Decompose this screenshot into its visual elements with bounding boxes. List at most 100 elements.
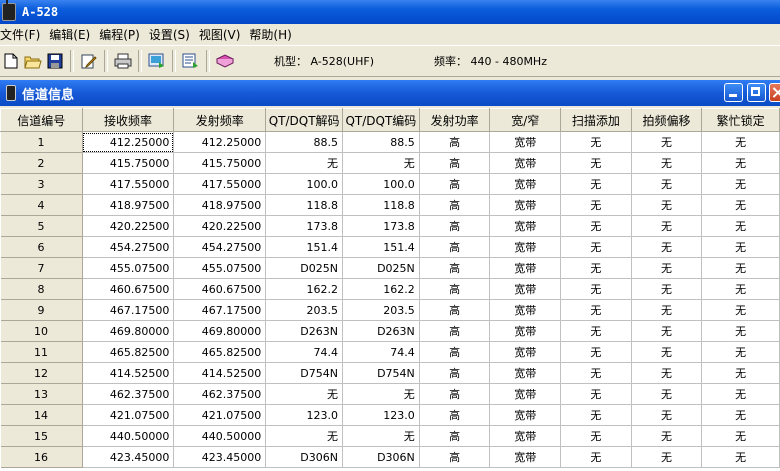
- cell-rx-freq[interactable]: 460.67500: [82, 278, 175, 300]
- cell-tx-power[interactable]: 高: [419, 341, 491, 363]
- cell-tx-freq[interactable]: 467.17500: [173, 299, 267, 321]
- cell-beat-shift[interactable]: 无: [631, 152, 703, 174]
- header-tx-freq[interactable]: 发射频率: [173, 108, 267, 132]
- cell-tx-power[interactable]: 高: [419, 404, 491, 426]
- cell-beat-shift[interactable]: 无: [631, 299, 703, 321]
- cell-bandwidth[interactable]: 宽带: [489, 257, 562, 279]
- cell-busy-lock[interactable]: 无: [701, 404, 780, 426]
- cell-qt-decode[interactable]: 88.5: [265, 131, 343, 153]
- cell-busy-lock[interactable]: 无: [701, 236, 780, 258]
- cell-bandwidth[interactable]: 宽带: [489, 446, 562, 468]
- cell-qt-decode[interactable]: 173.8: [265, 215, 343, 237]
- cell-bandwidth[interactable]: 宽带: [489, 383, 562, 405]
- cell-qt-decode[interactable]: 无: [265, 425, 343, 447]
- cell-qt-decode[interactable]: 123.0: [265, 404, 343, 426]
- table-row[interactable]: 8 460.67500 460.67500 162.2 162.2 高宽带无无无: [0, 278, 780, 300]
- cell-tx-freq[interactable]: 455.07500: [173, 257, 267, 279]
- cell-tx-freq[interactable]: 423.45000: [173, 446, 267, 468]
- cell-rx-freq[interactable]: 455.07500: [82, 257, 175, 279]
- cell-bandwidth[interactable]: 宽带: [489, 341, 562, 363]
- cell-tx-freq[interactable]: 462.37500: [173, 383, 267, 405]
- cell-qt-decode[interactable]: 74.4: [265, 341, 343, 363]
- cell-qt-decode[interactable]: 151.4: [265, 236, 343, 258]
- table-row[interactable]: 14 421.07500 421.07500 123.0 123.0 高宽带无无无: [0, 404, 780, 426]
- cell-qt-encode[interactable]: D025N: [342, 257, 420, 279]
- cell-tx-power[interactable]: 高: [419, 425, 491, 447]
- header-qt-decode[interactable]: QT/DQT解码: [265, 108, 343, 132]
- open-folder-icon[interactable]: [22, 50, 44, 72]
- cell-beat-shift[interactable]: 无: [631, 194, 703, 216]
- cell-channel-no[interactable]: 11: [0, 341, 83, 363]
- cell-tx-freq[interactable]: 454.27500: [173, 236, 267, 258]
- cell-tx-freq[interactable]: 440.50000: [173, 425, 267, 447]
- cell-qt-encode[interactable]: D263N: [342, 320, 420, 342]
- cell-qt-decode[interactable]: 无: [265, 152, 343, 174]
- cell-scan-add[interactable]: 无: [560, 194, 632, 216]
- cell-qt-encode[interactable]: D754N: [342, 362, 420, 384]
- table-row[interactable]: 13 462.37500 462.37500 无无高宽带无无无: [0, 383, 780, 405]
- table-row[interactable]: 2 415.75000 415.75000 无无高宽带无无无: [0, 152, 780, 174]
- cell-busy-lock[interactable]: 无: [701, 320, 780, 342]
- cell-busy-lock[interactable]: 无: [701, 299, 780, 321]
- cell-qt-encode[interactable]: 无: [342, 383, 420, 405]
- cell-rx-freq[interactable]: 467.17500: [82, 299, 175, 321]
- minimize-button[interactable]: [724, 83, 743, 102]
- cell-busy-lock[interactable]: 无: [701, 194, 780, 216]
- cell-bandwidth[interactable]: 宽带: [489, 131, 562, 153]
- cell-bandwidth[interactable]: 宽带: [489, 152, 562, 174]
- save-disk-icon[interactable]: [44, 50, 66, 72]
- cell-scan-add[interactable]: 无: [560, 173, 632, 195]
- cell-bandwidth[interactable]: 宽带: [489, 173, 562, 195]
- cell-tx-power[interactable]: 高: [419, 278, 491, 300]
- cell-channel-no[interactable]: 13: [0, 383, 83, 405]
- cell-scan-add[interactable]: 无: [560, 278, 632, 300]
- cell-channel-no[interactable]: 1: [0, 131, 83, 153]
- cell-qt-encode[interactable]: 151.4: [342, 236, 420, 258]
- cell-busy-lock[interactable]: 无: [701, 278, 780, 300]
- cell-busy-lock[interactable]: 无: [701, 173, 780, 195]
- cell-beat-shift[interactable]: 无: [631, 446, 703, 468]
- cell-tx-freq[interactable]: 465.82500: [173, 341, 267, 363]
- cell-tx-freq[interactable]: 415.75000: [173, 152, 267, 174]
- cell-busy-lock[interactable]: 无: [701, 425, 780, 447]
- cell-rx-freq[interactable]: 412.25000: [82, 131, 175, 153]
- cell-scan-add[interactable]: 无: [560, 236, 632, 258]
- cell-qt-decode[interactable]: D263N: [265, 320, 343, 342]
- cell-bandwidth[interactable]: 宽带: [489, 362, 562, 384]
- table-row[interactable]: 3 417.55000 417.55000 100.0 100.0 高宽带无无无: [0, 173, 780, 195]
- cell-qt-encode[interactable]: 100.0: [342, 173, 420, 195]
- menu-help[interactable]: 帮助(H): [249, 26, 300, 43]
- cell-bandwidth[interactable]: 宽带: [489, 320, 562, 342]
- header-qt-encode[interactable]: QT/DQT编码: [342, 108, 420, 132]
- cell-qt-decode[interactable]: 162.2: [265, 278, 343, 300]
- table-row[interactable]: 9 467.17500 467.17500 203.5 203.5 高宽带无无无: [0, 299, 780, 321]
- table-row[interactable]: 6 454.27500 454.27500 151.4 151.4 高宽带无无无: [0, 236, 780, 258]
- header-busy-lock[interactable]: 繁忙锁定: [701, 108, 780, 132]
- cell-busy-lock[interactable]: 无: [701, 215, 780, 237]
- table-row[interactable]: 15 440.50000 440.50000 无无高宽带无无无: [0, 425, 780, 447]
- print-icon[interactable]: [112, 50, 134, 72]
- cell-scan-add[interactable]: 无: [560, 320, 632, 342]
- cell-busy-lock[interactable]: 无: [701, 383, 780, 405]
- cell-tx-power[interactable]: 高: [419, 194, 491, 216]
- cell-tx-freq[interactable]: 417.55000: [173, 173, 267, 195]
- cell-channel-no[interactable]: 15: [0, 425, 83, 447]
- cell-tx-power[interactable]: 高: [419, 320, 491, 342]
- cell-tx-freq[interactable]: 414.52500: [173, 362, 267, 384]
- cell-qt-encode[interactable]: 162.2: [342, 278, 420, 300]
- cell-beat-shift[interactable]: 无: [631, 383, 703, 405]
- table-row[interactable]: 1 412.25000 412.25000 88.5 88.5 高宽带无无无: [0, 131, 780, 153]
- cell-tx-power[interactable]: 高: [419, 215, 491, 237]
- table-row[interactable]: 10 469.80000 469.80000 D263N D263N 高宽带无无无: [0, 320, 780, 342]
- cell-bandwidth[interactable]: 宽带: [489, 278, 562, 300]
- header-beat-shift[interactable]: 拍频偏移: [630, 108, 703, 132]
- cell-rx-freq[interactable]: 421.07500: [82, 404, 175, 426]
- table-row[interactable]: 5 420.22500 420.22500 173.8 173.8 高宽带无无无: [0, 215, 780, 237]
- cell-scan-add[interactable]: 无: [560, 341, 632, 363]
- cell-tx-power[interactable]: 高: [419, 446, 491, 468]
- cell-scan-add[interactable]: 无: [560, 131, 632, 153]
- cell-qt-encode[interactable]: 203.5: [342, 299, 420, 321]
- cell-qt-encode[interactable]: 118.8: [342, 194, 420, 216]
- cell-channel-no[interactable]: 14: [0, 404, 83, 426]
- cell-qt-encode[interactable]: D306N: [342, 446, 420, 468]
